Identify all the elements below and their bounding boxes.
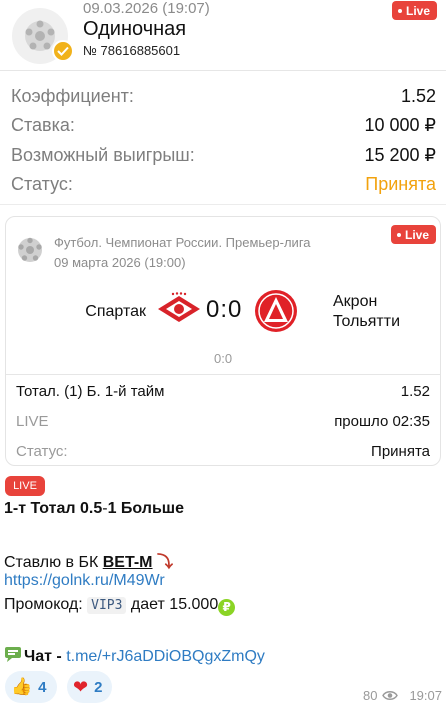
- match-date: 09 марта 2026 (19:00): [54, 255, 186, 270]
- bet-card: 09.03.2026 (19:07) Одиночная № 786168856…: [0, 0, 446, 205]
- bet-type: Одиночная: [83, 18, 187, 40]
- live-tag: LIVE: [5, 476, 45, 496]
- coefficient-label: Коэффициент:: [11, 86, 134, 106]
- eye-icon: [382, 691, 399, 700]
- thumbs-up-icon: 👍: [11, 677, 33, 696]
- status-value: Принята: [365, 174, 436, 194]
- away-team-line1: Акрон: [333, 293, 378, 310]
- market-odds: 1.52: [400, 383, 430, 400]
- live-status-label: LIVE: [16, 413, 49, 430]
- score: 0:0: [206, 296, 243, 323]
- away-team-name: Акрон Тольятти: [333, 292, 400, 332]
- check-badge-icon: [52, 40, 74, 62]
- reaction-heart[interactable]: ❤ 2: [67, 671, 113, 703]
- live-dot-icon: [396, 232, 401, 237]
- bet-line-part: 1-т Тотал 0.5: [4, 500, 103, 517]
- possible-win-label: Возможный выигрыш:: [11, 145, 195, 165]
- elapsed-time: прошло 02:35: [334, 413, 430, 430]
- league-name: Футбол. Чемпионат России. Премьер-лига: [54, 235, 311, 250]
- chat-label: Чат -: [24, 648, 67, 665]
- promo-line: Промокод: VIP3 дает 15.000 ₽: [4, 596, 236, 616]
- reaction-count: 4: [38, 678, 47, 696]
- promo-prefix: Промокод:: [4, 596, 88, 613]
- half-score: 0:0: [214, 351, 233, 366]
- divider: [6, 374, 440, 375]
- post-meta: 80 19:07: [363, 688, 442, 703]
- stake-line: Ставлю в БК BET-M ⤵: [4, 548, 173, 572]
- stake-label: Ставка:: [11, 115, 75, 135]
- soccer-ball-icon: [18, 237, 42, 262]
- heart-icon: ❤: [73, 676, 89, 697]
- live-badge-label: Live: [406, 3, 431, 18]
- view-count: 80: [362, 688, 378, 703]
- match-card: Live Футбол. Чемпионат России. Премьер-л…: [5, 216, 441, 466]
- akron-logo-icon: [255, 290, 297, 332]
- chat-line: Чат - t.me/+rJ6aDDiOBQgxZmQy: [4, 645, 265, 666]
- match-status-value: Принята: [371, 443, 430, 460]
- reaction-thumbs-up[interactable]: 👍 4: [5, 671, 57, 703]
- bet-line-part: 1 Больше: [107, 500, 185, 517]
- status-label: Статус:: [11, 174, 73, 194]
- match-status-label: Статус:: [16, 443, 68, 460]
- promo-code[interactable]: VIP3: [87, 597, 127, 614]
- bet-line: 1-т Тотал 0.5-1 Больше: [4, 500, 184, 518]
- stake-value: 10 000 ₽: [364, 115, 436, 135]
- bet-date: 09.03.2026 (19:07): [83, 0, 210, 17]
- promo-suffix: дает 15.000: [126, 596, 219, 613]
- post-time: 19:07: [409, 688, 442, 703]
- match-live-badge: Live: [390, 225, 436, 244]
- reaction-count: 2: [94, 678, 103, 696]
- chat-link[interactable]: t.me/+rJ6aDDiOBQgxZmQy: [66, 648, 265, 665]
- live-badge-label: Live: [404, 227, 429, 242]
- live-badge: Live: [392, 1, 438, 20]
- arrow-down-icon: ⤵: [156, 554, 173, 571]
- bet-number: № 78616885601: [83, 43, 181, 58]
- divider: [0, 70, 446, 71]
- chat-icon: [5, 647, 21, 662]
- promo-url-link[interactable]: https://golnk.ru/M49Wr: [4, 572, 165, 590]
- coin-icon: ₽: [218, 599, 236, 616]
- stake-prefix: Ставлю в БК: [4, 554, 103, 571]
- coefficient-value: 1.52: [400, 86, 436, 106]
- spartak-logo-icon: [158, 292, 200, 322]
- bk-link[interactable]: BET-M: [103, 554, 153, 571]
- market-label: Тотал. (1) Б. 1-й тайм: [16, 383, 165, 400]
- home-team-name: Спартак: [85, 303, 146, 320]
- live-dot-icon: [398, 8, 402, 13]
- away-team-line2: Тольятти: [333, 313, 400, 330]
- possible-win-value: 15 200 ₽: [364, 145, 436, 165]
